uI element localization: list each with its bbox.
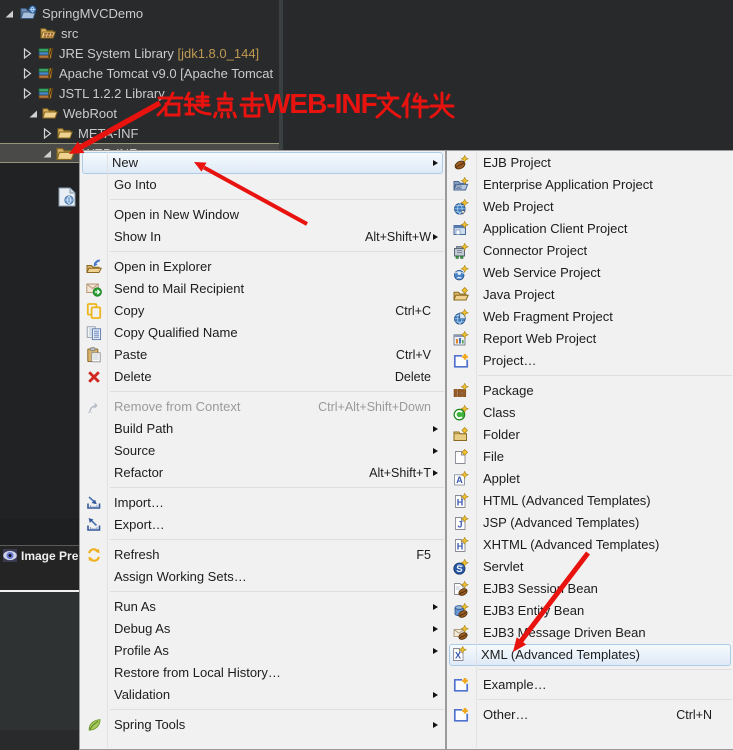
svg-text:A: A <box>456 475 463 485</box>
svg-text:S: S <box>456 564 462 575</box>
svg-text:J: J <box>457 520 462 530</box>
svg-text:X: X <box>455 651 461 661</box>
svg-text:H: H <box>457 542 464 552</box>
svg-text:H: H <box>457 498 464 508</box>
